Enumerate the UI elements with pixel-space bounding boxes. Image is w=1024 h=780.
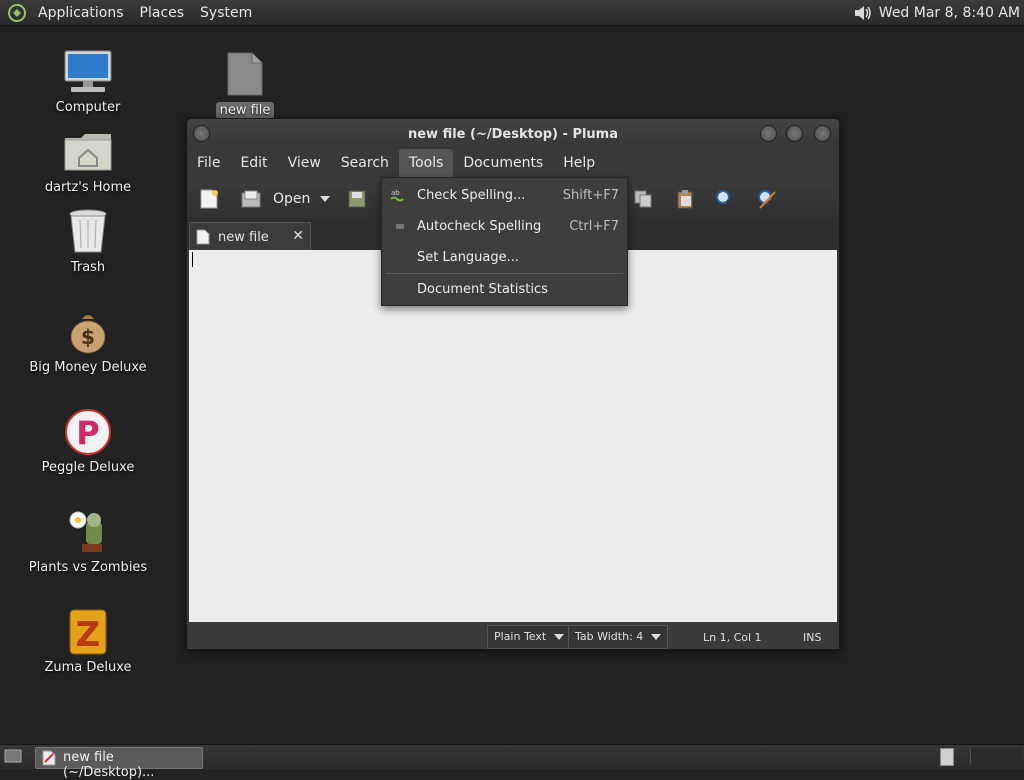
desktop-icon-label: Peggle Deluxe	[41, 460, 135, 475]
taskbar-item-label: new file (~/Desktop)...	[63, 750, 155, 780]
system-menu[interactable]: System	[194, 5, 258, 21]
menu-item-check-spelling[interactable]: ab Check Spelling... Shift+F7	[382, 180, 627, 210]
home-folder-icon	[62, 126, 114, 178]
svg-text:Z: Z	[76, 615, 101, 655]
save-icon[interactable]	[345, 187, 369, 211]
document-icon	[196, 229, 210, 249]
plants-icon	[62, 506, 114, 558]
workspace-switcher[interactable]	[940, 748, 954, 766]
desktop-icon-label: Plants vs Zombies	[28, 560, 148, 575]
syntax-label: Plain Text	[494, 630, 547, 643]
tab-close-icon[interactable]: ✕	[292, 228, 304, 244]
desktop-icon-label: Big Money Deluxe	[29, 360, 147, 375]
chevron-down-icon	[651, 634, 662, 640]
top-panel: Applications Places System Wed Mar 8, 8:…	[0, 0, 1024, 26]
chevron-down-icon	[554, 634, 565, 640]
menu-item-set-language[interactable]: Set Language...	[382, 242, 627, 272]
document-tab-label: new file	[218, 230, 269, 245]
workspace-switcher-inactive[interactable]	[970, 748, 1021, 764]
taskbar-item-pluma[interactable]: new file (~/Desktop)...	[35, 747, 203, 780]
desktop-icon-peggle[interactable]: P Peggle Deluxe	[23, 406, 153, 475]
menu-documents[interactable]: Documents	[453, 149, 553, 178]
desktop-icon-plants-vs-zombies[interactable]: Plants vs Zombies	[23, 506, 153, 575]
maximize-button[interactable]	[786, 125, 803, 142]
clock[interactable]: Wed Mar 8, 8:40 AM	[879, 5, 1020, 21]
trash-icon	[62, 206, 114, 258]
find-replace-icon[interactable]	[755, 187, 779, 211]
svg-text:$: $	[81, 325, 95, 349]
copy-icon[interactable]	[631, 187, 655, 211]
statusbar: Plain Text Tab Width: 4 Ln 1, Col 1 INS	[187, 622, 839, 649]
open-icon[interactable]	[239, 187, 263, 211]
text-file-icon	[219, 48, 271, 100]
checkbox-icon	[390, 218, 406, 234]
desktop-icon-label: Trash	[70, 260, 106, 275]
volume-icon[interactable]	[853, 4, 873, 22]
desktop-icon-label: Computer	[55, 100, 121, 115]
text-editor-icon	[41, 750, 57, 770]
bottom-panel: new file (~/Desktop)...	[0, 744, 1024, 780]
close-button[interactable]	[814, 125, 831, 142]
computer-icon	[62, 46, 114, 98]
menu-view[interactable]: View	[278, 149, 331, 178]
desktop-icon-label: new file	[215, 102, 275, 119]
syntax-highlight-selector[interactable]: Plain Text	[487, 625, 572, 649]
svg-text:P: P	[76, 414, 99, 452]
menu-edit[interactable]: Edit	[230, 149, 277, 178]
window-title: new file (~/Desktop) - Pluma	[407, 127, 618, 142]
text-caret	[192, 252, 193, 267]
desktop-icon-new-file[interactable]: new file	[180, 48, 310, 119]
open-button[interactable]: Open	[273, 191, 310, 207]
show-desktop-icon[interactable]	[4, 749, 22, 767]
cursor-position: Ln 1, Col 1	[703, 631, 762, 644]
mate-logo-icon[interactable]	[6, 2, 28, 24]
find-icon[interactable]	[713, 187, 737, 211]
menu-item-autocheck-spelling[interactable]: Autocheck Spelling Ctrl+F7	[382, 211, 627, 241]
menu-tools[interactable]: Tools	[398, 149, 454, 178]
minimize-button[interactable]	[760, 125, 777, 142]
menu-file[interactable]: File	[187, 149, 230, 178]
desktop-icon-label: dartz's Home	[44, 180, 132, 195]
desktop-icon-big-money[interactable]: $ Big Money Deluxe	[23, 306, 153, 375]
tab-width-selector[interactable]: Tab Width: 4	[568, 625, 669, 649]
desktop-icon-computer[interactable]: Computer	[23, 46, 153, 115]
desktop-icon-zuma[interactable]: Z Zuma Deluxe	[23, 606, 153, 675]
zuma-icon: Z	[62, 606, 114, 658]
peggle-icon: P	[62, 406, 114, 458]
paste-icon[interactable]	[673, 187, 697, 211]
desktop-icon-trash[interactable]: Trash	[23, 206, 153, 275]
tab-width-label: Tab Width: 4	[575, 630, 644, 643]
menu-search[interactable]: Search	[331, 149, 399, 178]
new-document-icon[interactable]	[197, 187, 221, 211]
open-recent-dropdown-icon[interactable]	[320, 196, 330, 202]
spellcheck-icon: ab	[390, 187, 406, 203]
menu-item-document-statistics[interactable]: Document Statistics	[382, 274, 627, 304]
applications-menu[interactable]: Applications	[32, 5, 130, 21]
svg-text:ab: ab	[391, 189, 400, 197]
menubar: File Edit View Search Tools Documents He…	[187, 149, 839, 178]
document-tab[interactable]: new file ✕	[189, 222, 311, 251]
tools-menu-dropdown: ab Check Spelling... Shift+F7 Autocheck …	[381, 177, 628, 306]
insert-mode: INS	[803, 631, 822, 644]
menu-help[interactable]: Help	[553, 149, 605, 178]
window-titlebar[interactable]: new file (~/Desktop) - Pluma	[187, 119, 839, 149]
desktop-icon-label: Zuma Deluxe	[44, 660, 132, 675]
desktop-icon-home[interactable]: dartz's Home	[23, 126, 153, 195]
money-bag-icon: $	[62, 306, 114, 358]
places-menu[interactable]: Places	[134, 5, 191, 21]
